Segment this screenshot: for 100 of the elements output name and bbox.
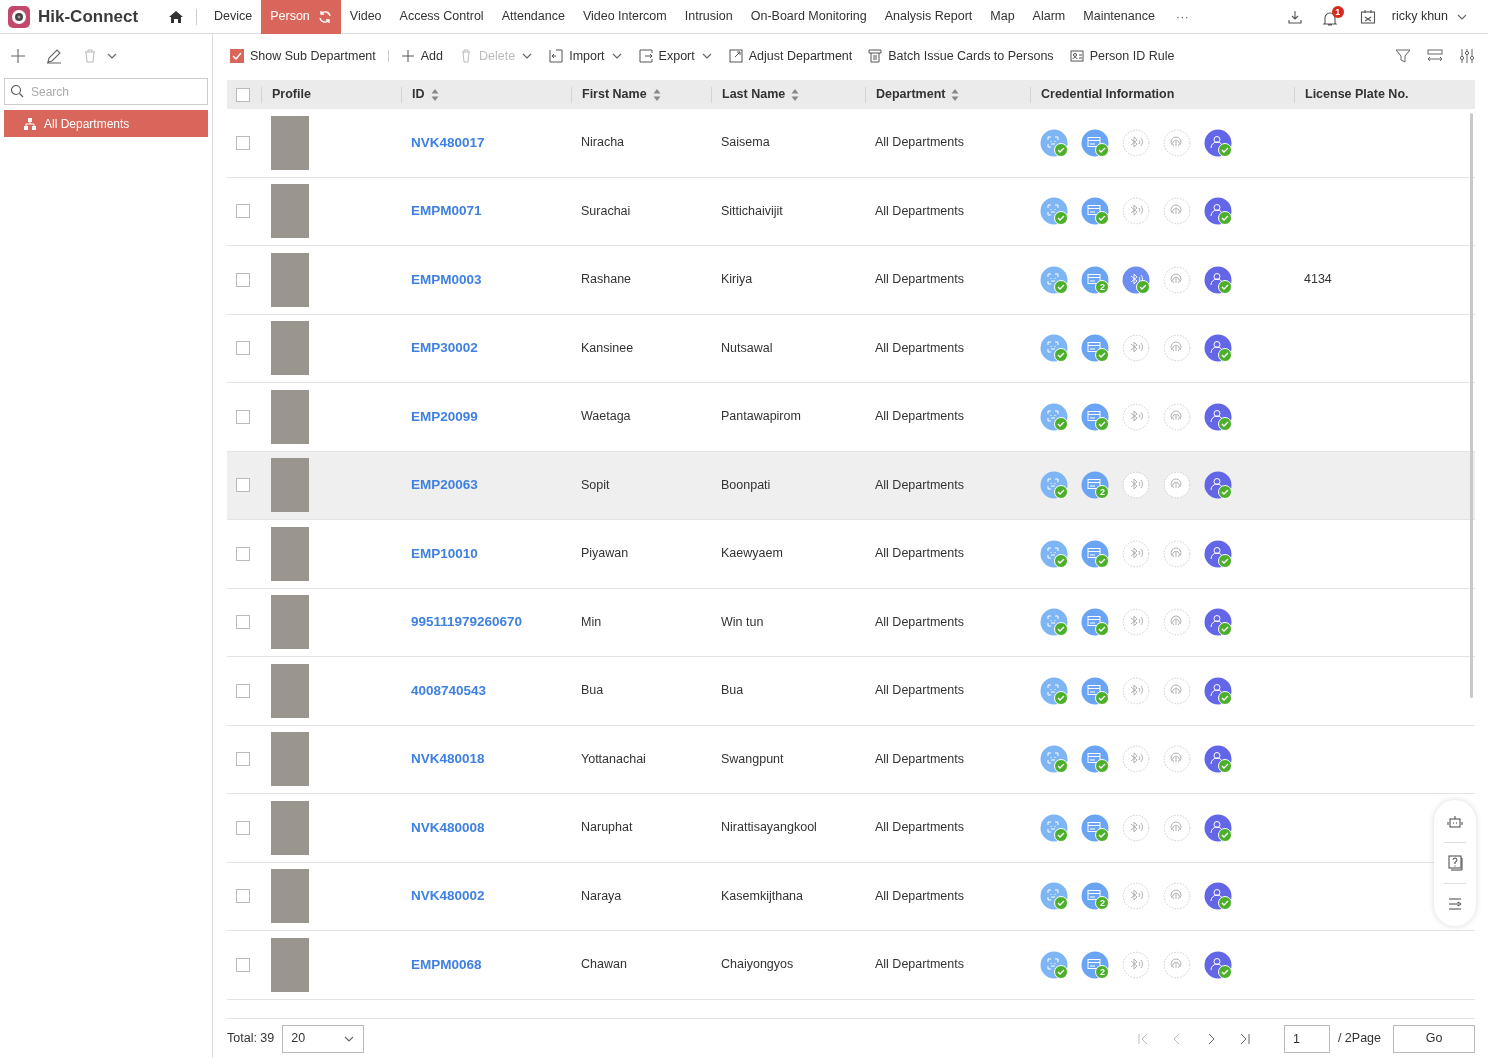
filter-button[interactable] — [1395, 48, 1411, 64]
page-size-select[interactable]: 20 — [282, 1024, 365, 1053]
sort-button[interactable] — [652, 88, 661, 101]
last-name-cell: Kaewyaem — [721, 546, 783, 561]
calendar-icon — [1359, 8, 1376, 25]
department-cell: All Departments — [875, 614, 964, 629]
row-checkbox[interactable] — [236, 409, 250, 424]
person-credential-icon — [1204, 197, 1232, 226]
nav-tab[interactable]: Person — [261, 0, 341, 34]
export-button[interactable]: Export — [638, 46, 713, 66]
collapse-button[interactable] — [1447, 896, 1463, 912]
person-id-link[interactable]: EMP30002 — [411, 340, 478, 356]
person-id-link[interactable]: NVK480017 — [411, 134, 485, 150]
nav-tab[interactable]: Maintenance — [1074, 0, 1164, 34]
row-checkbox[interactable] — [236, 889, 250, 904]
nav-tab[interactable]: Device — [205, 0, 262, 34]
person-id-link[interactable]: NVK480008 — [411, 819, 485, 835]
card-credential-icon — [1081, 813, 1109, 842]
download-icon — [1287, 9, 1302, 24]
row-checkbox[interactable] — [236, 752, 250, 767]
person-id-link[interactable]: EMP10010 — [411, 545, 478, 561]
row-checkbox[interactable] — [236, 820, 250, 835]
card-credential-icon — [1081, 882, 1109, 911]
show-sub-department-checkbox[interactable]: Show Sub Department — [227, 46, 376, 66]
row-checkbox[interactable] — [236, 204, 250, 219]
sort-button[interactable] — [791, 88, 800, 101]
person-id-link[interactable]: EMPM0068 — [411, 956, 482, 972]
table-row[interactable]: EMP20063 Sopit Boonpati All Departments 2 — [227, 451, 1475, 520]
column-settings-button[interactable] — [1459, 48, 1475, 64]
face-credential-icon — [1040, 539, 1068, 568]
help-button[interactable] — [1447, 855, 1463, 871]
person-id-link[interactable]: NVK480018 — [411, 751, 485, 767]
person-id-link[interactable]: EMP20099 — [411, 408, 478, 424]
trash-icon — [459, 49, 473, 63]
sort-button[interactable] — [430, 88, 439, 101]
person-id-link[interactable]: 4008740543 — [411, 682, 487, 698]
person-id-link[interactable]: 995111979260670 — [411, 614, 523, 630]
total-count: Total: 39 — [227, 1030, 275, 1048]
photo-placeholder — [271, 595, 309, 650]
delete-button[interactable] — [82, 48, 98, 64]
bell-icon — [1321, 11, 1338, 27]
assistant-button[interactable] — [1447, 814, 1463, 830]
nav-tab[interactable]: On-Board Monitoring — [741, 0, 876, 34]
first-name-cell: Piyawan — [581, 546, 629, 561]
import-button[interactable]: Import — [549, 46, 623, 66]
department-item[interactable]: All Departments — [4, 110, 208, 137]
search-field[interactable]: Search — [4, 78, 208, 105]
cards-button[interactable]: Batch Issue Cards to Persons — [868, 46, 1054, 66]
person-id-link[interactable]: NVK480002 — [411, 888, 485, 904]
row-checkbox[interactable] — [236, 546, 250, 561]
select-all-checkbox[interactable] — [236, 87, 250, 102]
add-button[interactable]: Add — [400, 46, 443, 66]
rule-button[interactable]: Person ID Rule — [1069, 46, 1175, 66]
department-cell: All Departments — [875, 888, 964, 903]
nav-tab[interactable]: Alarm — [1023, 0, 1075, 34]
page-field[interactable]: 1 — [1283, 1024, 1330, 1053]
nav-tab[interactable]: Intrusion — [675, 0, 742, 34]
card-credential-icon — [1081, 745, 1109, 774]
user-menu[interactable]: ricky khun — [1391, 7, 1468, 26]
first-page-button[interactable] — [1135, 1031, 1150, 1046]
nav-tab[interactable]: Video Intercom — [573, 0, 676, 34]
go-button[interactable]: Go — [1393, 1024, 1475, 1053]
app-logo-text: Hik-Connect — [38, 5, 139, 28]
camera-logo-icon — [8, 5, 30, 28]
row-checkbox[interactable] — [236, 478, 250, 493]
adjust-button[interactable]: Adjust Department — [728, 46, 853, 66]
department-cell: All Departments — [875, 820, 964, 835]
nav-tab[interactable]: Access Control — [390, 0, 493, 34]
notification-button[interactable]: 1 — [1321, 6, 1344, 27]
face-credential-icon — [1040, 128, 1068, 157]
department-cell: All Departments — [875, 135, 964, 150]
row-height-button[interactable] — [1427, 48, 1443, 64]
person-id-link[interactable]: EMPM0071 — [411, 203, 482, 219]
photo-placeholder — [271, 184, 309, 239]
row-checkbox[interactable] — [236, 272, 250, 287]
row-checkbox[interactable] — [236, 683, 250, 698]
row-checkbox[interactable] — [236, 957, 250, 972]
row-checkbox[interactable] — [236, 341, 250, 356]
nav-tab[interactable]: Video — [340, 0, 391, 34]
department-cell: All Departments — [875, 957, 964, 972]
last-name-cell: Pantawapirom — [721, 409, 801, 424]
list-arrow-icon — [1447, 896, 1463, 912]
row-checkbox[interactable] — [236, 135, 250, 150]
nav-tab[interactable]: Analysis Report — [875, 0, 982, 34]
edit-button[interactable] — [46, 48, 62, 64]
add-button[interactable] — [10, 48, 26, 64]
row-checkbox[interactable] — [236, 615, 250, 630]
nav-tab[interactable]: Attendance — [492, 0, 574, 34]
download-button[interactable] — [1287, 9, 1302, 24]
card-credential-icon — [1081, 608, 1109, 637]
person-id-link[interactable]: EMPM0003 — [411, 271, 482, 287]
more-button[interactable]: ··· — [1163, 6, 1201, 27]
sort-button[interactable] — [951, 88, 960, 101]
fingerprint-credential-icon — [1163, 128, 1191, 157]
nav-tab[interactable]: Map — [981, 0, 1024, 34]
photo-placeholder — [271, 526, 309, 581]
calendar-button[interactable] — [1359, 8, 1376, 25]
photo-placeholder — [271, 732, 309, 787]
fingerprint-credential-icon — [1163, 745, 1191, 774]
department-cell: All Departments — [875, 203, 964, 218]
